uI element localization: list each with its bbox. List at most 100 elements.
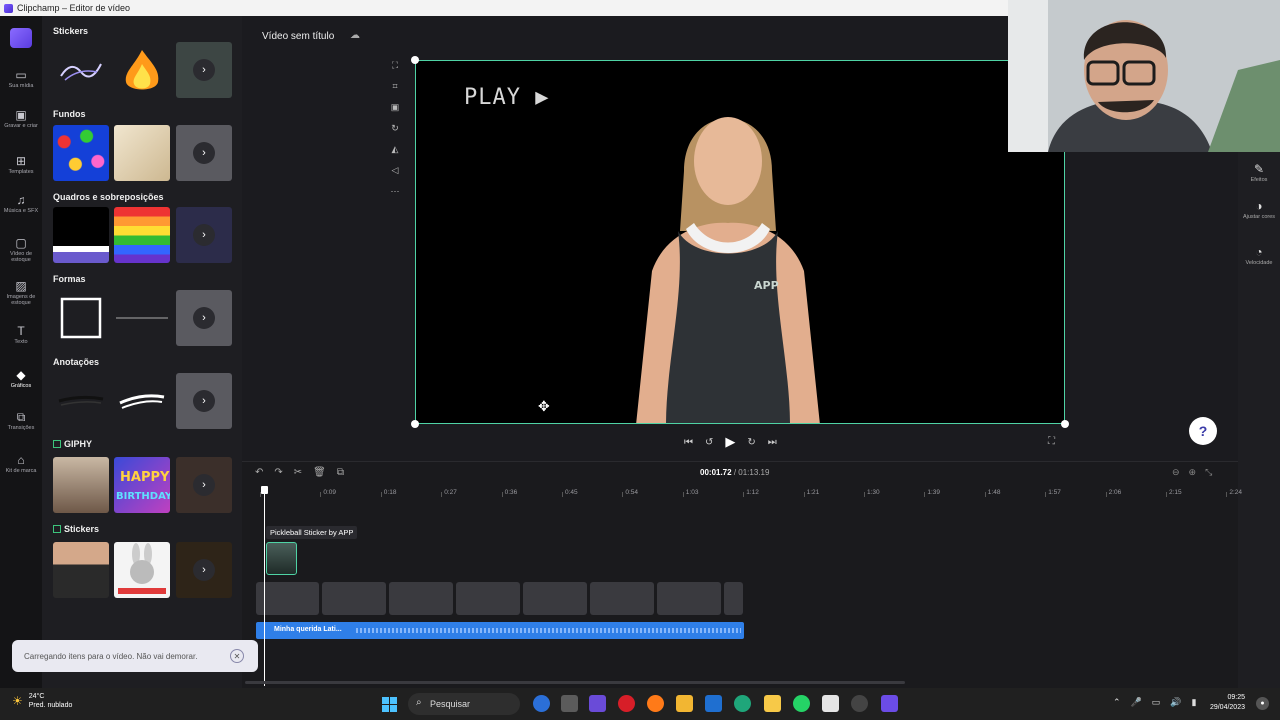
video-track-segment[interactable] [590, 582, 654, 615]
undo-icon[interactable]: ↶ [255, 467, 263, 478]
pip-icon[interactable]: ▣ [386, 102, 404, 123]
fit-icon[interactable]: ⛶ [386, 60, 404, 81]
rail-item-templates[interactable]: ⊞ Templates [0, 154, 42, 175]
microphone-icon[interactable]: 🎤 [1131, 697, 1142, 708]
video-track-segment[interactable] [724, 582, 743, 615]
shape-thumb-square[interactable] [53, 290, 109, 346]
rail-item-music-sfx[interactable]: ♫ Música e SFX [0, 193, 42, 214]
background-thumb-eggs[interactable] [53, 125, 109, 181]
shape-thumb-line[interactable] [114, 290, 170, 346]
annotation-thumb-stroke-black[interactable] [53, 373, 109, 429]
bing-app-icon[interactable] [533, 695, 550, 712]
playhead[interactable] [261, 486, 268, 686]
rewind-5s-button[interactable]: ↺ [705, 437, 713, 448]
zoom-out-icon[interactable]: ⊖ [1172, 467, 1180, 478]
background-thumb-book[interactable] [114, 125, 170, 181]
sticker-clip[interactable] [266, 542, 297, 575]
more-options-icon[interactable]: ⋯ [386, 186, 404, 207]
video-track-segment[interactable] [657, 582, 721, 615]
audio-icon[interactable]: ◁ [386, 165, 404, 186]
sticker-thumb-bunny[interactable] [114, 542, 170, 598]
video-preview[interactable]: PLAY ▶ APP [415, 60, 1065, 424]
firefox-app-icon[interactable] [647, 695, 664, 712]
stock-video-icon: ▢ [15, 236, 27, 250]
video-track-segment[interactable] [456, 582, 520, 615]
rail-item-stock-video[interactable]: ▢ Vídeo de estoque [0, 236, 42, 263]
sticker-thumb-scribble[interactable] [53, 42, 109, 98]
volume-icon[interactable]: 🔊 [1170, 697, 1181, 708]
teams-app-icon[interactable] [589, 695, 606, 712]
rail-item-text[interactable]: T Texto [0, 324, 42, 345]
giphy-thumb-person[interactable] [53, 457, 109, 513]
tray-chevron-icon[interactable]: ⌃ [1113, 697, 1121, 708]
clipchamp-app-icon[interactable] [881, 695, 898, 712]
fit-timeline-icon[interactable]: ⤡ [1205, 467, 1212, 478]
toast-close-button[interactable]: ✕ [230, 649, 244, 663]
timeline-scrollbar[interactable] [245, 681, 905, 684]
video-track-segment[interactable] [256, 582, 319, 615]
duplicate-icon[interactable]: ⧉ [337, 467, 344, 478]
video-track-segment[interactable] [389, 582, 453, 615]
skip-to-start-button[interactable]: ⏮ [684, 437, 693, 448]
video-track-segment[interactable] [322, 582, 386, 615]
project-title[interactable]: Vídeo sem título [262, 31, 334, 42]
zoom-in-icon[interactable]: ⊕ [1189, 467, 1197, 478]
help-button[interactable]: ? [1189, 417, 1217, 445]
taskbar-clock[interactable]: 09:25 29/04/2023 [1207, 693, 1245, 713]
fullscreen-icon[interactable]: ⛶ [1048, 436, 1055, 447]
start-windows-icon[interactable] [382, 697, 397, 712]
redo-icon[interactable]: ↷ [274, 467, 282, 478]
giphy-more-button[interactable]: › [176, 457, 232, 513]
giphy-thumb-happy-birthday[interactable]: HAPPY BIRTHDAY [114, 457, 170, 513]
resize-handle-bottom-left[interactable] [411, 420, 419, 428]
display-icon[interactable]: ▭ [1152, 697, 1161, 708]
store-app-icon[interactable] [676, 695, 693, 712]
resize-handle-top-left[interactable] [411, 56, 419, 64]
play-button[interactable]: ▶ [725, 434, 735, 450]
stickers-giphy-more-button[interactable]: › [176, 542, 232, 598]
annotation-thumb-stroke-white[interactable] [114, 373, 170, 429]
rail-item-your-media[interactable]: ▭ Sua mídia [0, 68, 42, 89]
skip-to-end-button[interactable]: ⏭ [768, 437, 777, 448]
clipchamp-brand-icon[interactable] [10, 28, 32, 48]
shapes-more-button[interactable]: › [176, 290, 232, 346]
chrome-app-icon[interactable] [851, 695, 868, 712]
frame-thumb-bar[interactable] [53, 207, 109, 263]
backgrounds-more-button[interactable]: › [176, 125, 232, 181]
weather-widget[interactable]: ☀ 24°C Pred. nublado [12, 692, 72, 710]
frame-thumb-rainbow[interactable] [114, 207, 170, 263]
resize-handle-bottom-right[interactable] [1061, 420, 1069, 428]
battery-icon[interactable]: ▮ [1192, 697, 1197, 708]
split-icon[interactable]: ✂ [294, 467, 302, 478]
capcut-app-icon[interactable] [822, 695, 839, 712]
rail-item-stock-images[interactable]: ▨ Imagens de estoque [0, 279, 42, 306]
rail-item-brand-kit[interactable]: ⌂ Kit de marca [0, 453, 42, 474]
forward-5s-button[interactable]: ↻ [747, 437, 755, 448]
task-view-icon[interactable] [561, 695, 578, 712]
whatsapp-app-icon[interactable] [793, 695, 810, 712]
file-explorer-icon[interactable] [764, 695, 781, 712]
rotate-icon[interactable]: ↻ [386, 123, 404, 144]
delete-icon[interactable]: 🗑 [313, 467, 326, 478]
frames-more-button[interactable]: › [176, 207, 232, 263]
store-blue-app-icon[interactable] [705, 695, 722, 712]
effects-button[interactable]: ✎ Efeitos [1238, 162, 1280, 183]
sticker-thumb-fire[interactable] [114, 42, 170, 98]
rail-item-graphics[interactable]: ◆ Gráficos [0, 368, 42, 389]
taskbar-search[interactable]: ⌕ Pesquisar [408, 693, 520, 715]
annotations-more-button[interactable]: › [176, 373, 232, 429]
adjust-colors-button[interactable]: ◑ Ajustar cores [1238, 199, 1280, 220]
stickers-more-button[interactable]: › [176, 42, 232, 98]
rail-item-transitions[interactable]: ⧉ Transições [0, 410, 42, 431]
video-track-segment[interactable] [523, 582, 587, 615]
notification-icon[interactable]: ● [1256, 697, 1269, 710]
time-ruler[interactable]: 0:09 0:18 0:27 0:36 0:45 0:54 1:03 1:12 1:21 1:30… [255, 487, 1242, 501]
audio-clip[interactable]: Minha querida Lati... [256, 622, 744, 639]
rail-item-record-create[interactable]: ▣ Gravar e criar [0, 108, 42, 129]
crop-icon[interactable]: ⌗ [386, 81, 404, 102]
edge-app-icon[interactable] [734, 695, 751, 712]
sticker-thumb-tennis-player[interactable] [53, 542, 109, 598]
opera-app-icon[interactable] [618, 695, 635, 712]
flip-icon[interactable]: ◭ [386, 144, 404, 165]
speed-button[interactable]: ◔ Velocidade [1238, 245, 1280, 266]
